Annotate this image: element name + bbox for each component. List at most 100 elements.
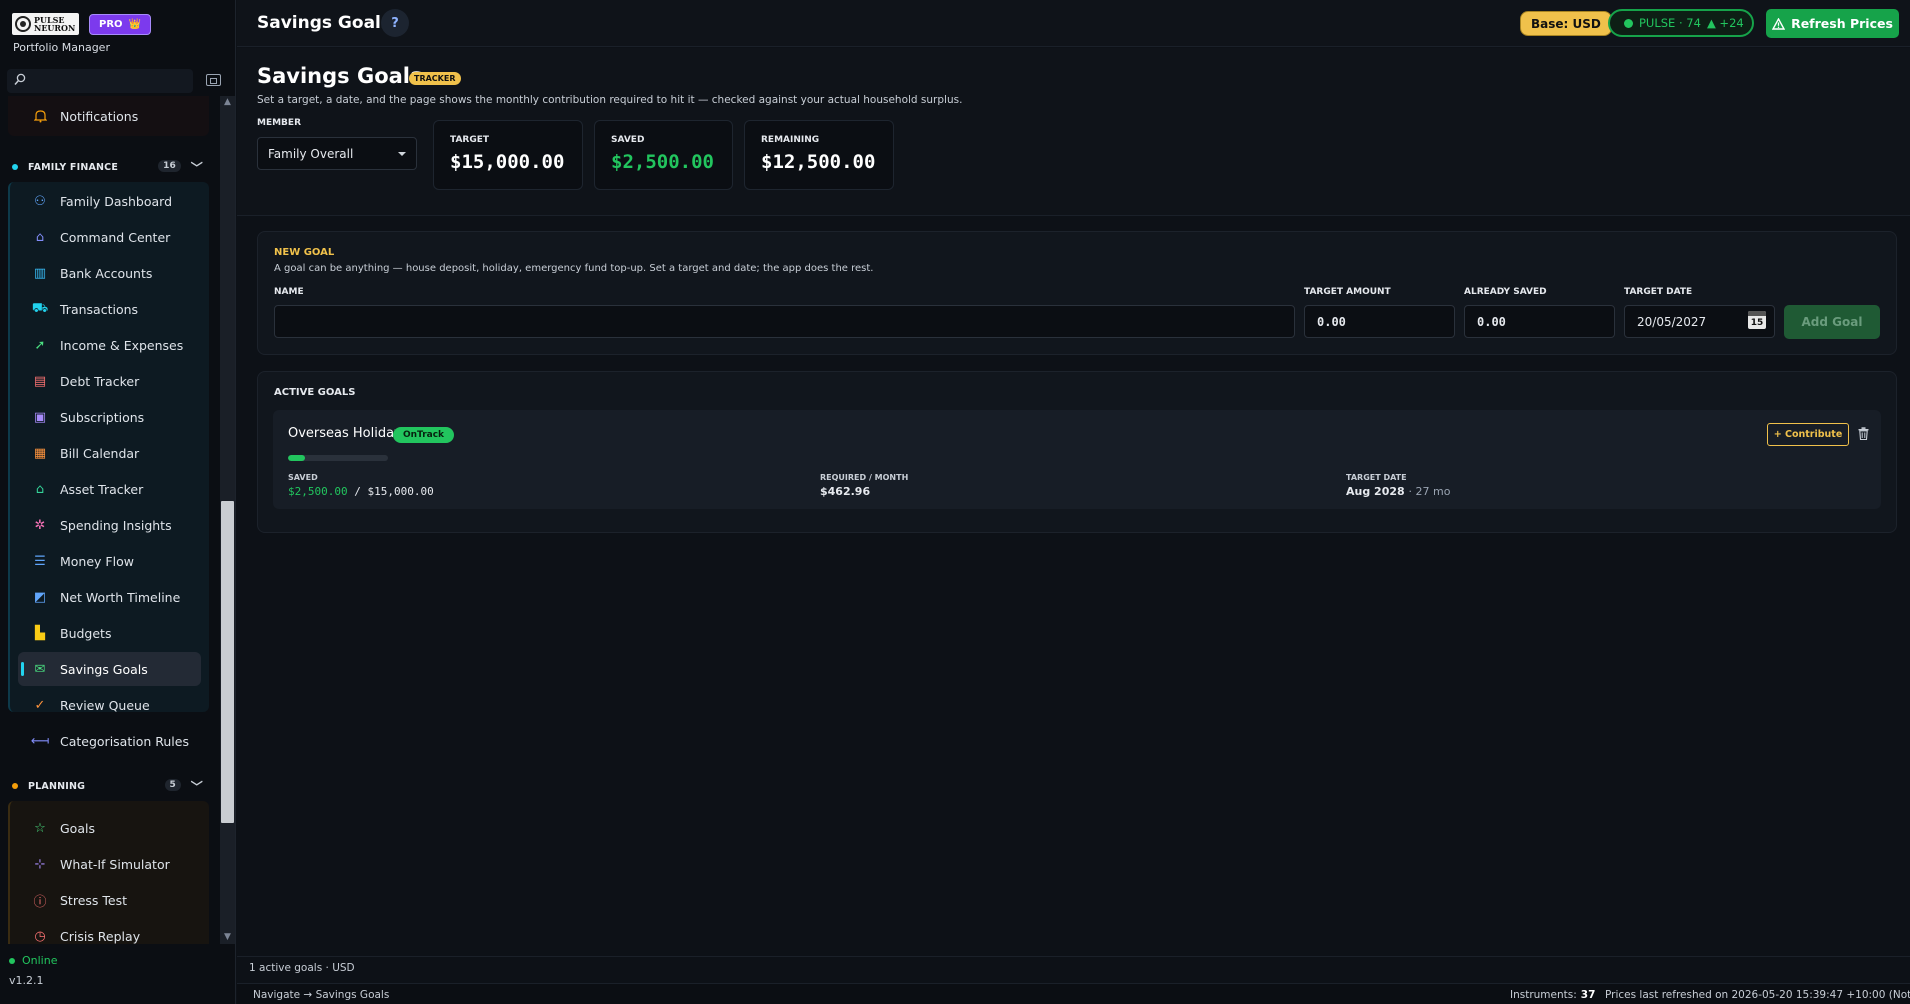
alert-icon: ⓘ xyxy=(33,894,47,910)
goal-saved-stat: SAVED $2,500.00 / $15,000.00 xyxy=(288,473,434,498)
member-select[interactable]: Family Overall xyxy=(257,137,417,170)
group-header-family-finance[interactable]: FAMILY FINANCE 16 ﹀ xyxy=(12,158,207,176)
tracker-tag: TRACKER xyxy=(409,72,461,85)
calendar-icon[interactable]: 15 xyxy=(1748,311,1766,329)
goal-name: Overseas Holiday xyxy=(288,426,402,441)
goal-required-value: $462.96 xyxy=(820,485,871,498)
refresh-label: Refresh Prices xyxy=(1791,16,1893,31)
new-goal-description: A goal can be anything — house deposit, … xyxy=(274,263,874,274)
summary-section: Savings Goals TRACKER Set a target, a da… xyxy=(237,48,1910,216)
app-root: PULSE NEURON PRO 👑 Portfolio Manager Noti… xyxy=(0,0,1910,1004)
sidebar-item-crisis-replay[interactable]: ◷ Crisis Replay xyxy=(18,919,201,944)
stat-card-remaining: REMAINING $12,500.00 xyxy=(744,120,894,190)
cart-icon: ⛟ xyxy=(31,300,49,316)
base-currency-badge[interactable]: Base: USD xyxy=(1520,11,1612,36)
app-version: v1.2.1 xyxy=(9,974,44,987)
budget-icon: ▙ xyxy=(35,625,45,641)
sidebar-item-label: Stress Test xyxy=(60,892,128,908)
sidebar-item-income-expenses[interactable]: ➚ Income & Expenses xyxy=(18,328,201,362)
sidebar-item-review-queue[interactable]: ✓ Review Queue xyxy=(18,688,201,722)
target-amount-input[interactable]: 0.00 xyxy=(1304,305,1455,338)
sidebar-item-money-flow[interactable]: ☰ Money Flow xyxy=(18,544,201,578)
calendar-icon: ▦ xyxy=(33,445,47,461)
app-logo[interactable]: PULSE NEURON xyxy=(12,13,79,35)
sidebar-item-stress-test[interactable]: ⓘ Stress Test xyxy=(18,883,201,917)
family-icon: ⚇ xyxy=(34,193,46,209)
goal-target-date-stat: TARGET DATE Aug 2028 · 27 mo xyxy=(1346,473,1450,498)
goal-months-left: · 27 mo xyxy=(1408,485,1451,498)
goal-card: Overseas Holiday OnTrack + Contribute SA… xyxy=(273,410,1881,509)
group-count-badge: 16 xyxy=(158,160,181,172)
bell-icon xyxy=(32,108,48,124)
sidebar-item-family-dashboard[interactable]: ⚇ Family Dashboard xyxy=(18,184,201,218)
stat-value: $12,500.00 xyxy=(761,151,876,173)
debt-icon: ▤ xyxy=(33,373,47,389)
goal-saved-amount: $2,500.00 xyxy=(288,485,348,498)
sidebar-item-command-center[interactable]: ⌂ Command Center xyxy=(18,220,201,254)
sidebar-collapse-icon[interactable] xyxy=(206,74,221,86)
header-title: Savings Goals xyxy=(257,13,391,33)
sidebar-item-bill-calendar[interactable]: ▦ Bill Calendar xyxy=(18,436,201,470)
sidebar-item-debt-tracker[interactable]: ▤ Debt Tracker xyxy=(18,364,201,398)
already-saved-input[interactable]: 0.00 xyxy=(1464,305,1615,338)
scroll-up-icon[interactable]: ▲ xyxy=(223,98,232,107)
sidebar-scrollbar[interactable]: ▲ ▼ xyxy=(220,96,235,944)
sidebar-item-spending-insights[interactable]: ✲ Spending Insights xyxy=(18,508,201,542)
crown-icon: 👑 xyxy=(128,18,141,30)
sidebar-item-label: Crisis Replay xyxy=(60,928,141,944)
goal-saved-label: SAVED xyxy=(288,473,318,482)
goal-target-amount: / $15,000.00 xyxy=(354,485,434,498)
sidebar-item-savings-goals[interactable]: ✉ Savings Goals xyxy=(18,652,201,686)
trash-icon[interactable] xyxy=(1858,427,1869,440)
sidebar-item-label: What-If Simulator xyxy=(60,856,170,872)
stat-label: SAVED xyxy=(611,135,645,145)
member-label: MEMBER xyxy=(257,118,301,128)
sidebar-item-label: Budgets xyxy=(60,625,112,641)
group-header-planning[interactable]: PLANNING 5 ﹀ xyxy=(12,777,207,795)
pulse-score-badge[interactable]: PULSE · 74 ▲ +24 xyxy=(1608,9,1754,37)
already-saved-label: ALREADY SAVED xyxy=(1464,287,1547,297)
add-goal-button[interactable]: Add Goal xyxy=(1784,305,1880,339)
sidebar-search-input[interactable] xyxy=(7,69,193,93)
goal-name-input[interactable] xyxy=(274,305,1295,338)
chevron-down-icon: ﹀ xyxy=(190,780,203,794)
chevron-down-icon: ﹀ xyxy=(190,161,203,175)
help-button[interactable]: ? xyxy=(381,9,409,37)
sidebar-item-asset-tracker[interactable]: ⌂ Asset Tracker xyxy=(18,472,201,506)
sidebar-item-label: Goals xyxy=(60,820,95,836)
target-date-input[interactable]: 20/05/2027 15 xyxy=(1624,305,1775,338)
sidebar-nav: Notifications FAMILY FINANCE 16 ﹀ ⚇ Famil… xyxy=(0,96,218,944)
sidebar-item-label: Spending Insights xyxy=(60,517,172,533)
sidebar-item-transactions[interactable]: ⛟ Transactions xyxy=(18,292,201,326)
refresh-prices-button[interactable]: Refresh Prices xyxy=(1766,9,1899,38)
sidebar-item-bank-accounts[interactable]: ▥ Bank Accounts xyxy=(18,256,201,290)
logo-text-bottom: NEURON xyxy=(34,23,76,33)
sidebar-item-notifications[interactable]: Notifications xyxy=(18,99,201,133)
sidebar-item-goals[interactable]: ☆ Goals xyxy=(18,811,201,845)
brand: PULSE NEURON PRO 👑 xyxy=(12,13,151,35)
sidebar-item-label: Command Center xyxy=(60,229,171,245)
simulator-icon: ⊹ xyxy=(34,856,46,872)
stat-label: TARGET xyxy=(450,135,490,145)
sidebar-item-subscriptions[interactable]: ▣ Subscriptions xyxy=(18,400,201,434)
house-icon: ⌂ xyxy=(35,481,45,497)
bank-icon: ▥ xyxy=(33,265,47,281)
sidebar-item-budgets[interactable]: ▙ Budgets xyxy=(18,616,201,650)
pulse-score: PULSE · 74 xyxy=(1639,16,1701,30)
instruments-value: 37 xyxy=(1580,989,1596,1001)
pro-badge[interactable]: PRO 👑 xyxy=(89,13,151,35)
stat-value: $15,000.00 xyxy=(450,151,565,173)
scroll-down-icon[interactable]: ▼ xyxy=(223,933,232,942)
sidebar-item-label: Bank Accounts xyxy=(60,265,153,281)
name-label: NAME xyxy=(274,287,304,297)
cursor-icon: ➚ xyxy=(34,337,46,353)
stat-value: $2,500.00 xyxy=(611,151,714,173)
sidebar-item-net-worth-timeline[interactable]: ◩ Net Worth Timeline xyxy=(18,580,201,614)
goal-progress-bar xyxy=(288,455,388,461)
sidebar-item-categorisation-rules[interactable]: ⟻ Categorisation Rules xyxy=(18,724,201,758)
contribute-button[interactable]: + Contribute xyxy=(1767,423,1849,446)
scrollbar-thumb[interactable] xyxy=(221,501,234,823)
goal-target-date-label: TARGET DATE xyxy=(1346,473,1407,482)
sidebar-item-what-if-simulator[interactable]: ⊹ What-If Simulator xyxy=(18,847,201,881)
caret-down-icon xyxy=(398,152,406,156)
